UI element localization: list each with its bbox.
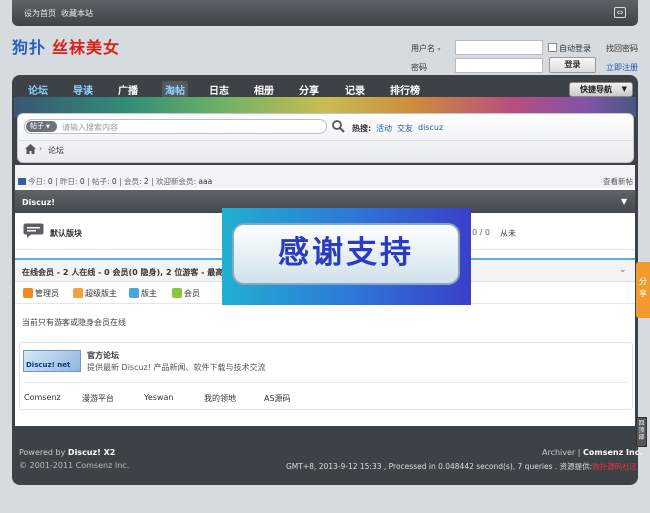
login-button[interactable]: 登录 — [549, 57, 596, 73]
legend-admin: 管理员 — [23, 288, 59, 299]
chevron-down-icon: ▼ — [46, 124, 50, 130]
autologin-checkbox[interactable] — [548, 43, 557, 52]
forum-counts: 0 / 0 — [472, 228, 490, 237]
official-forum-logo[interactable]: Discuz! net — [23, 350, 81, 372]
archiver-link[interactable]: Archiver — [542, 448, 575, 457]
nav-ranklist[interactable]: 排行榜 — [390, 82, 420, 97]
share-side-tab[interactable]: 分享 — [636, 262, 650, 318]
discuz-link[interactable]: Discuz! X2 — [68, 448, 115, 457]
hot-search-link[interactable]: 交友 — [397, 123, 413, 134]
search-icon[interactable] — [331, 119, 345, 133]
super-moderator-user-icon — [73, 288, 83, 298]
friend-link[interactable]: Comsenz — [24, 393, 61, 402]
chevron-down-icon: ▼ — [621, 85, 627, 93]
friend-link[interactable]: AS源码 — [264, 393, 291, 404]
thanks-popup-text: 感谢支持 — [232, 223, 460, 285]
password-input[interactable] — [455, 58, 543, 73]
nav-forum[interactable]: 论坛 — [28, 82, 48, 97]
support-site-link[interactable]: 狗扑源码社区 — [592, 462, 637, 471]
nav-album[interactable]: 相册 — [254, 82, 274, 97]
hot-search-link[interactable]: 活动 — [376, 123, 392, 134]
nav-doing[interactable]: 记录 — [345, 82, 365, 97]
processed-info: GMT+8, 2013-9-12 15:33 , Processed in 0.… — [286, 462, 638, 471]
search-type-select[interactable]: 帖子 ▼ — [26, 121, 57, 132]
forgot-password-link[interactable]: 找回密码 — [606, 43, 638, 54]
legend-member: 会员 — [172, 288, 200, 299]
forum-stats: 今日: 0 | 昨日: 0 | 帖子: 0 | 会员: 2 | 欢迎新会员: a… — [18, 176, 212, 187]
divider — [24, 382, 628, 383]
nav-collection[interactable]: 淘帖 — [162, 81, 188, 98]
quick-nav-label: 快捷导航 — [580, 85, 612, 94]
legend-super-mod: 超级版主 — [73, 288, 117, 299]
member-user-icon — [172, 288, 182, 298]
hot-search-link[interactable]: discuz — [418, 123, 443, 132]
chevron-down-icon[interactable]: ⌄ — [619, 265, 627, 275]
back-to-top-button[interactable]: 回顶部 — [636, 417, 647, 447]
autologin-label[interactable]: 自动登录 — [559, 43, 591, 54]
collapse-icon[interactable]: ▼ — [621, 197, 627, 206]
password-label: 密码 — [411, 63, 427, 72]
nav-share[interactable]: 分享 — [299, 82, 319, 97]
search-input[interactable]: 请输入搜索内容 — [62, 122, 118, 133]
username-label: 用户名 ▾ — [411, 44, 441, 53]
nav-blog[interactable]: 日志 — [209, 82, 229, 97]
set-home-link[interactable]: 设为首页 — [24, 8, 56, 19]
latest-posts-link[interactable]: 查看新帖 — [603, 176, 633, 187]
forum-icon — [23, 223, 44, 238]
nav-guide[interactable]: 导读 — [73, 82, 93, 97]
friend-link[interactable]: 漫游平台 — [82, 393, 114, 404]
official-forum-name[interactable]: 官方论坛 — [87, 350, 119, 361]
admin-user-icon — [23, 288, 33, 298]
stats-icon — [18, 178, 26, 185]
divider — [17, 140, 634, 141]
copyright: © 2001-2011 Comsenz Inc. — [19, 461, 130, 470]
top-bar: 设为首页 收藏本站 ⇔ — [12, 0, 638, 26]
switch-width-icon[interactable]: ⇔ — [614, 7, 626, 18]
chevron-right-icon: › — [39, 144, 43, 153]
online-status-text: 当前只有游客或隐身会员在线 — [22, 318, 126, 327]
register-link[interactable]: 立即注册 — [606, 62, 638, 73]
powered-by: Powered by Discuz! X2 — [19, 448, 116, 457]
bookmark-link[interactable]: 收藏本站 — [61, 8, 93, 19]
moderator-user-icon — [129, 288, 139, 298]
logo-text-2: 丝袜美女 — [52, 38, 121, 57]
forum-lastpost: 从未 — [500, 229, 516, 238]
category-title[interactable]: Discuz! — [22, 198, 55, 207]
legend-mod: 版主 — [129, 288, 157, 299]
footer-links: Archiver | Comsenz Inc. — [542, 448, 643, 457]
username-input[interactable] — [455, 40, 543, 55]
friend-link[interactable]: 我的领地 — [204, 393, 236, 404]
nav-broadcast[interactable]: 广播 — [118, 82, 138, 97]
company-link[interactable]: Comsenz Inc. — [583, 448, 642, 457]
online-members-title: 在线会员 - 2 人在线 - 0 会员(0 隐身), 2 位游客 - 最高记 — [22, 268, 232, 277]
friend-link[interactable]: Yeswan — [144, 393, 173, 402]
site-logo[interactable]: 狗扑 丝袜美女 — [12, 34, 120, 58]
hot-search-label: 热搜: — [352, 124, 372, 133]
official-forum-desc: 提供最新 Discuz! 产品新闻、软件下载与技术交流 — [87, 363, 266, 372]
logo-text-1: 狗扑 — [12, 38, 47, 57]
breadcrumb-current[interactable]: 论坛 — [48, 145, 64, 156]
search-type-label: 帖子 — [30, 122, 44, 130]
home-icon[interactable] — [25, 144, 36, 154]
forum-name[interactable]: 默认版块 — [50, 228, 82, 239]
quick-nav-button[interactable]: 快捷导航 ▼ — [569, 82, 633, 97]
